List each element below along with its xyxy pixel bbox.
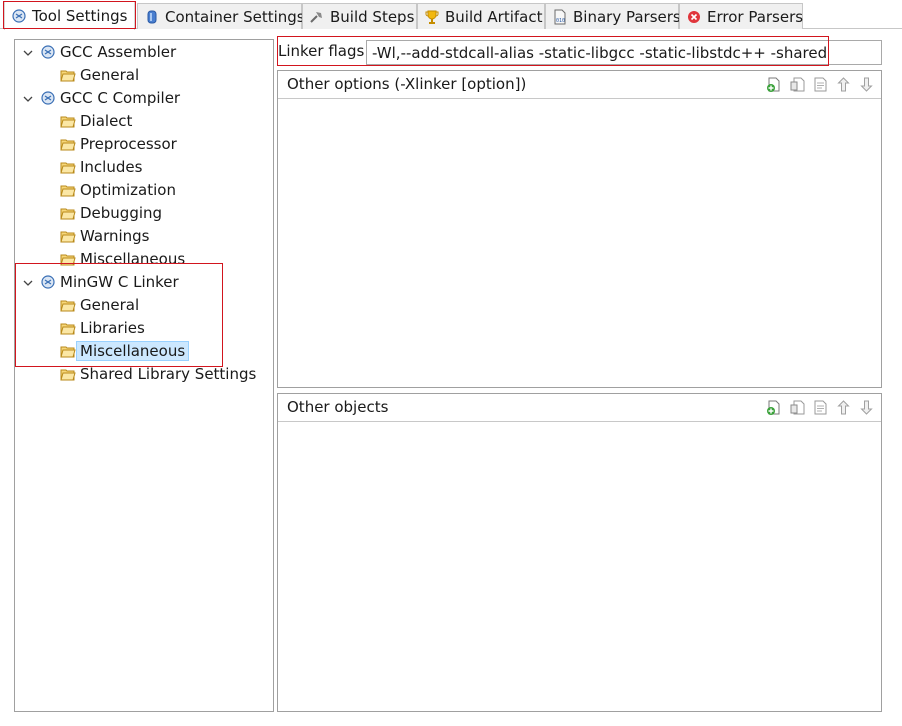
tab-build-steps[interactable]: Build Steps (302, 3, 417, 29)
tree-item-label: General (80, 66, 140, 84)
other-objects-title: Other objects (287, 398, 389, 416)
folder-icon (60, 297, 76, 313)
delete-icon[interactable] (789, 399, 806, 416)
folder-icon (60, 343, 76, 359)
tool-icon (40, 274, 56, 290)
folder-icon (60, 182, 76, 198)
folder-icon (60, 67, 76, 83)
tree-item-shared-library-settings[interactable]: Shared Library Settings (60, 363, 256, 385)
folder-icon (60, 228, 76, 244)
other-options-title: Other options (-Xlinker [option]) (287, 75, 527, 93)
other-objects-toolbar (766, 399, 875, 416)
tree-item-preprocessor[interactable]: Preprocessor (60, 133, 177, 155)
tool-tree[interactable]: GCC Assembler General GCC C Compiler Dia… (14, 39, 274, 712)
binary-parser-icon: 010 (552, 9, 568, 25)
chevron-down-icon[interactable] (23, 48, 33, 58)
tree-item-libraries[interactable]: Libraries (60, 317, 145, 339)
tree-item-debugging[interactable]: Debugging (60, 202, 162, 224)
folder-icon (60, 320, 76, 336)
tool-settings-icon (11, 8, 27, 24)
move-up-icon[interactable] (835, 76, 852, 93)
tree-item-optimization[interactable]: Optimization (60, 179, 176, 201)
folder-icon (60, 113, 76, 129)
tree-item-label: Dialect (80, 112, 133, 130)
tree-item-label: Miscellaneous (80, 250, 186, 268)
tree-item-label: Includes (80, 158, 143, 176)
linker-flags-label: Linker flags (278, 42, 365, 60)
trophy-icon (424, 9, 440, 25)
tree-item-dialect[interactable]: Dialect (60, 110, 132, 132)
move-up-icon[interactable] (835, 399, 852, 416)
edit-icon[interactable] (812, 76, 829, 93)
tree-item-label: Libraries (80, 319, 145, 337)
tab-binary-parsers[interactable]: 010 Binary Parsers (545, 3, 681, 29)
edit-icon[interactable] (812, 399, 829, 416)
tree-node-gcc-assembler[interactable]: GCC Assembler (40, 41, 176, 63)
tree-item-linker-miscellaneous[interactable]: Miscellaneous (60, 340, 190, 362)
folder-icon (60, 205, 76, 221)
chevron-down-icon[interactable] (23, 278, 33, 288)
tab-label: Tool Settings (32, 7, 128, 25)
tab-container-settings[interactable]: Container Settings (137, 3, 305, 29)
linker-flags-input[interactable] (366, 40, 882, 65)
error-icon (686, 9, 702, 25)
folder-icon (60, 159, 76, 175)
tab-label: Binary Parsers (573, 7, 681, 26)
tab-label: Container Settings (165, 7, 305, 26)
tree-item-label: Preprocessor (80, 135, 177, 153)
folder-icon (60, 136, 76, 152)
tool-icon (40, 90, 56, 106)
tool-icon (40, 44, 56, 60)
add-icon[interactable] (766, 399, 783, 416)
other-options-header: Other options (-Xlinker [option]) (278, 71, 881, 99)
tab-label: Build Artifact (445, 7, 543, 26)
tab-label: Build Steps (330, 7, 415, 26)
tree-node-label: MinGW C Linker (60, 273, 179, 291)
tab-label: Error Parsers (707, 7, 804, 26)
tree-item-label: General (80, 296, 140, 314)
other-options-body[interactable] (278, 100, 881, 387)
tree-item-includes[interactable]: Includes (60, 156, 142, 178)
tree-item-label: Optimization (80, 181, 176, 199)
container-icon (144, 9, 160, 25)
add-icon[interactable] (766, 76, 783, 93)
tree-item-linker-general[interactable]: General (60, 294, 139, 316)
chevron-down-icon[interactable] (23, 94, 33, 104)
tree-node-mingw-c-linker[interactable]: MinGW C Linker (40, 271, 179, 293)
tab-error-parsers[interactable]: Error Parsers (679, 3, 803, 29)
other-objects-list: Other objects (277, 393, 882, 712)
other-objects-header: Other objects (278, 394, 881, 422)
tree-item-label: Warnings (80, 227, 150, 245)
tree-node-label: GCC C Compiler (60, 89, 181, 107)
tab-build-artifact[interactable]: Build Artifact (417, 3, 545, 29)
tree-item-warnings[interactable]: Warnings (60, 225, 150, 247)
svg-text:010: 010 (556, 18, 565, 24)
tree-item-label: Shared Library Settings (80, 365, 257, 383)
tab-strip: Tool Settings Container Settings Build S… (0, 0, 902, 30)
tree-node-gcc-c-compiler[interactable]: GCC C Compiler (40, 87, 180, 109)
tree-node-label: GCC Assembler (60, 43, 177, 61)
tab-tool-settings[interactable]: Tool Settings (4, 1, 135, 30)
build-steps-icon (309, 9, 325, 25)
move-down-icon[interactable] (858, 399, 875, 416)
tree-item-compiler-miscellaneous[interactable]: Miscellaneous (60, 248, 185, 270)
tree-item-label: Debugging (80, 204, 163, 222)
other-objects-body[interactable] (278, 423, 881, 711)
other-options-list: Other options (-Xlinker [option]) (277, 70, 882, 388)
other-options-toolbar (766, 76, 875, 93)
move-down-icon[interactable] (858, 76, 875, 93)
tree-item-label: Miscellaneous (76, 341, 190, 361)
folder-icon (60, 251, 76, 267)
delete-icon[interactable] (789, 76, 806, 93)
linker-flags-row: Linker flags (277, 40, 882, 65)
folder-icon (60, 366, 76, 382)
tree-item-assembler-general[interactable]: General (60, 64, 139, 86)
